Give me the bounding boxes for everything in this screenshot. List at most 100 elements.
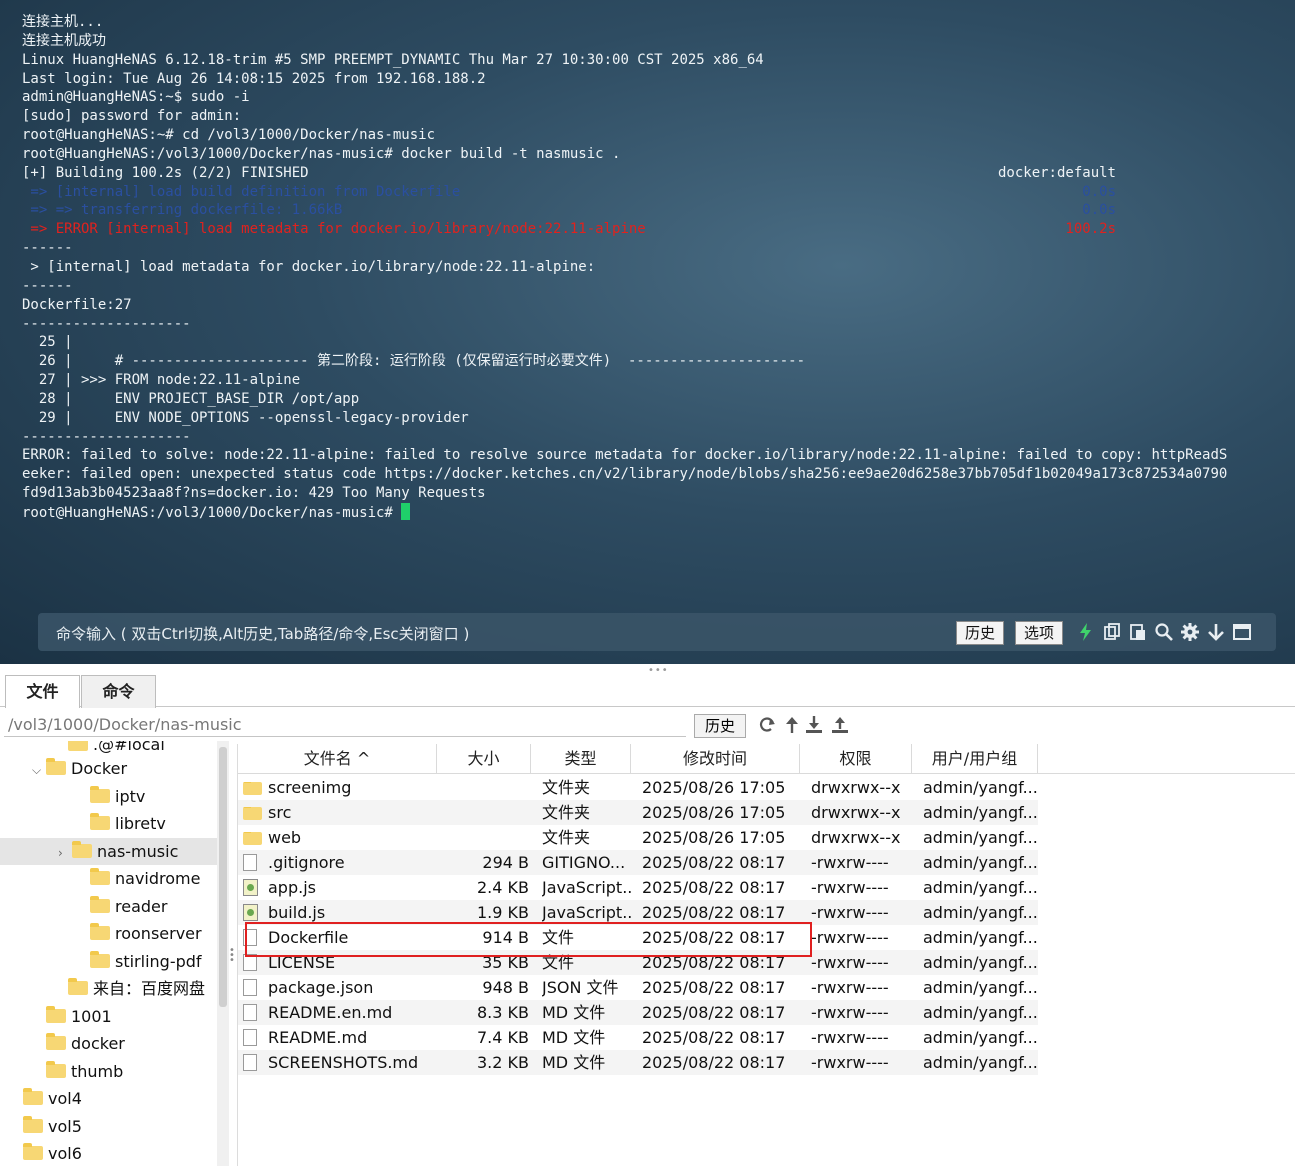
table-row[interactable]: web 文件夹 2025/08/26 17:05 drwxrwx--x admin/ya… bbox=[238, 825, 1038, 850]
folder-icon bbox=[243, 832, 262, 845]
cell-size: 948 B bbox=[482, 978, 529, 997]
folder-icon bbox=[243, 807, 262, 820]
download-icon[interactable] bbox=[804, 715, 824, 735]
cell-mtime: 2025/08/22 08:17 bbox=[642, 853, 786, 872]
folder-icon bbox=[90, 786, 110, 803]
command-input-hint[interactable]: 命令输入 ( 双击Ctrl切换,Alt历史,Tab路径/命令,Esc关闭窗口 ) bbox=[56, 623, 469, 644]
tree-item-label: nas-music bbox=[97, 842, 179, 861]
folder-icon bbox=[46, 1061, 66, 1078]
expand-chevron-icon[interactable]: ⌵ bbox=[32, 757, 46, 784]
script-file-icon bbox=[243, 879, 258, 896]
table-row[interactable]: src 文件夹 2025/08/26 17:05 drwxrwx--x admin/ya… bbox=[238, 800, 1038, 825]
expand-chevron-icon[interactable]: › bbox=[58, 840, 72, 867]
tree-item[interactable]: iptv bbox=[0, 783, 218, 810]
cell-mtime: 2025/08/22 08:17 bbox=[642, 878, 786, 897]
cell-type: 文件夹 bbox=[542, 803, 591, 822]
tree-item[interactable]: thumb bbox=[0, 1058, 218, 1085]
terminal-line-text: ------ bbox=[22, 277, 73, 294]
tab-commands[interactable]: 命令 bbox=[81, 675, 156, 708]
tree-item[interactable]: ⌵ Docker bbox=[0, 755, 218, 782]
refresh-icon[interactable] bbox=[757, 715, 777, 735]
directory-tree: .@#local ⌵ Docker iptv libretv › nas-music navi… bbox=[0, 741, 218, 1166]
gear-icon[interactable] bbox=[1180, 622, 1200, 642]
tree-item[interactable]: vol4 bbox=[0, 1085, 218, 1112]
tree-item[interactable]: docker bbox=[0, 1030, 218, 1057]
tree-item[interactable]: stirling-pdf bbox=[0, 948, 218, 975]
history-button[interactable]: 历史 bbox=[956, 621, 1005, 645]
lightning-icon[interactable] bbox=[1076, 622, 1096, 642]
tree-item-label: roonserver bbox=[115, 924, 202, 943]
tree-item[interactable]: 来自：百度网盘 bbox=[0, 975, 218, 1002]
table-row[interactable]: README.md 7.4 KB MD 文件 2025/08/22 08:17 -rwx… bbox=[238, 1025, 1038, 1050]
cell-size: 7.4 KB bbox=[477, 1028, 529, 1047]
tree-item[interactable]: navidrome bbox=[0, 865, 218, 892]
terminal-line-text: ------ bbox=[22, 240, 73, 257]
tree-item-label: .@#local bbox=[93, 741, 165, 754]
column-header-permissions[interactable]: 权限 bbox=[800, 744, 912, 774]
tree-item[interactable]: vol5 bbox=[0, 1113, 218, 1140]
terminal-line: Linux HuangHeNAS 6.12.18-trim #5 SMP PRE… bbox=[22, 51, 1275, 70]
file-icon bbox=[243, 979, 257, 996]
arrow-down-icon[interactable] bbox=[1206, 622, 1226, 642]
cell-size: 2.4 KB bbox=[477, 878, 529, 897]
file-icon bbox=[243, 854, 257, 871]
tab-files[interactable]: 文件 bbox=[5, 675, 80, 708]
table-row[interactable]: package.json 948 B JSON 文件 2025/08/22 08:17… bbox=[238, 975, 1038, 1000]
table-row[interactable]: README.en.md 8.3 KB MD 文件 2025/08/22 08:17 -… bbox=[238, 1000, 1038, 1025]
column-header-name[interactable]: 文件名 ^ bbox=[238, 744, 437, 774]
path-history-button[interactable]: 历史 bbox=[694, 714, 746, 738]
cell-type: MD 文件 bbox=[542, 1003, 606, 1022]
upload-icon[interactable] bbox=[830, 715, 850, 735]
table-row[interactable]: SCREENSHOTS.md 3.2 KB MD 文件 2025/08/22 08:1… bbox=[238, 1050, 1038, 1075]
cell-name: README.en.md bbox=[268, 1003, 393, 1022]
terminal-line-text: 26 | # --------------------- 第二阶段: 运行阶段 … bbox=[22, 353, 806, 370]
file-list-header: 文件名 ^ 大小 类型 修改时间 权限 用户/用户组 bbox=[238, 744, 1295, 774]
tree-item[interactable]: › nas-music bbox=[0, 838, 218, 865]
highlight-annotation bbox=[245, 922, 812, 957]
paste-icon[interactable] bbox=[1128, 622, 1148, 642]
terminal-line-text: 连接主机成功 bbox=[22, 32, 106, 49]
table-row[interactable]: screenimg 文件夹 2025/08/26 17:05 drwxrwx--x ad… bbox=[238, 775, 1038, 800]
cell-perm: -rwxrw---- bbox=[811, 878, 889, 897]
path-input[interactable] bbox=[4, 713, 686, 737]
copy-icon[interactable] bbox=[1102, 622, 1122, 642]
column-header-owner[interactable]: 用户/用户组 bbox=[912, 744, 1038, 774]
pane-divider-handle[interactable]: • • • bbox=[229, 946, 235, 966]
window-icon[interactable] bbox=[1232, 622, 1252, 642]
terminal-panel[interactable]: 连接主机... 连接主机成功 Linux HuangHeNAS 6.12.18-tr… bbox=[0, 0, 1295, 664]
terminal-line-text: 28 | ENV PROJECT_BASE_DIR /opt/app bbox=[22, 390, 360, 407]
folder-icon bbox=[68, 741, 88, 751]
cell-perm: -rwxrw---- bbox=[811, 1028, 889, 1047]
up-directory-icon[interactable] bbox=[782, 715, 802, 735]
tree-item[interactable]: vol6 bbox=[0, 1140, 218, 1166]
tree-item[interactable]: libretv bbox=[0, 810, 218, 837]
options-button[interactable]: 选项 bbox=[1015, 621, 1064, 645]
cell-name: app.js bbox=[268, 878, 316, 897]
tree-item[interactable]: roonserver bbox=[0, 920, 218, 947]
tree-item[interactable]: reader bbox=[0, 893, 218, 920]
column-header-modified[interactable]: 修改时间 bbox=[631, 744, 800, 774]
file-icon bbox=[243, 1029, 257, 1046]
terminal-line-text: Last login: Tue Aug 26 14:08:15 2025 fro… bbox=[22, 70, 486, 87]
script-file-icon bbox=[243, 904, 258, 921]
command-input-bar[interactable]: 命令输入 ( 双击Ctrl切换,Alt历史,Tab路径/命令,Esc关闭窗口 )… bbox=[38, 613, 1276, 651]
table-row[interactable]: app.js 2.4 KB JavaScript... 2025/08/22 08:1… bbox=[238, 875, 1038, 900]
table-row[interactable]: .gitignore 294 B GITIGNO... 2025/08/22 08:1… bbox=[238, 850, 1038, 875]
cell-perm: -rwxrw---- bbox=[811, 953, 889, 972]
folder-icon bbox=[23, 1143, 43, 1160]
tree-item[interactable]: 1001 bbox=[0, 1003, 218, 1030]
terminal-line: root@HuangHeNAS:/vol3/1000/Docker/nas-mu… bbox=[22, 502, 1275, 522]
tree-scrollbar-thumb[interactable] bbox=[219, 747, 227, 1007]
column-header-type[interactable]: 类型 bbox=[531, 744, 631, 774]
cell-perm: drwxrwx--x bbox=[811, 828, 901, 847]
search-icon[interactable] bbox=[1154, 622, 1174, 642]
terminal-line-text: => => transferring dockerfile: 1.66kB bbox=[22, 202, 343, 219]
terminal-line: root@HuangHeNAS:~# cd /vol3/1000/Docker/… bbox=[22, 126, 1275, 145]
terminal-line: 27 | >>> FROM node:22.11-alpine bbox=[22, 371, 1275, 390]
cell-name: web bbox=[268, 828, 302, 847]
terminal-line-text: root@HuangHeNAS:/vol3/1000/Docker/nas-mu… bbox=[22, 145, 621, 162]
terminal-line-text: root@HuangHeNAS:/vol3/1000/Docker/nas-mu… bbox=[22, 504, 402, 521]
column-header-size[interactable]: 大小 bbox=[437, 744, 531, 774]
cell-size: 3.2 KB bbox=[477, 1053, 529, 1072]
terminal-line-text: Dockerfile:27 bbox=[22, 296, 132, 313]
